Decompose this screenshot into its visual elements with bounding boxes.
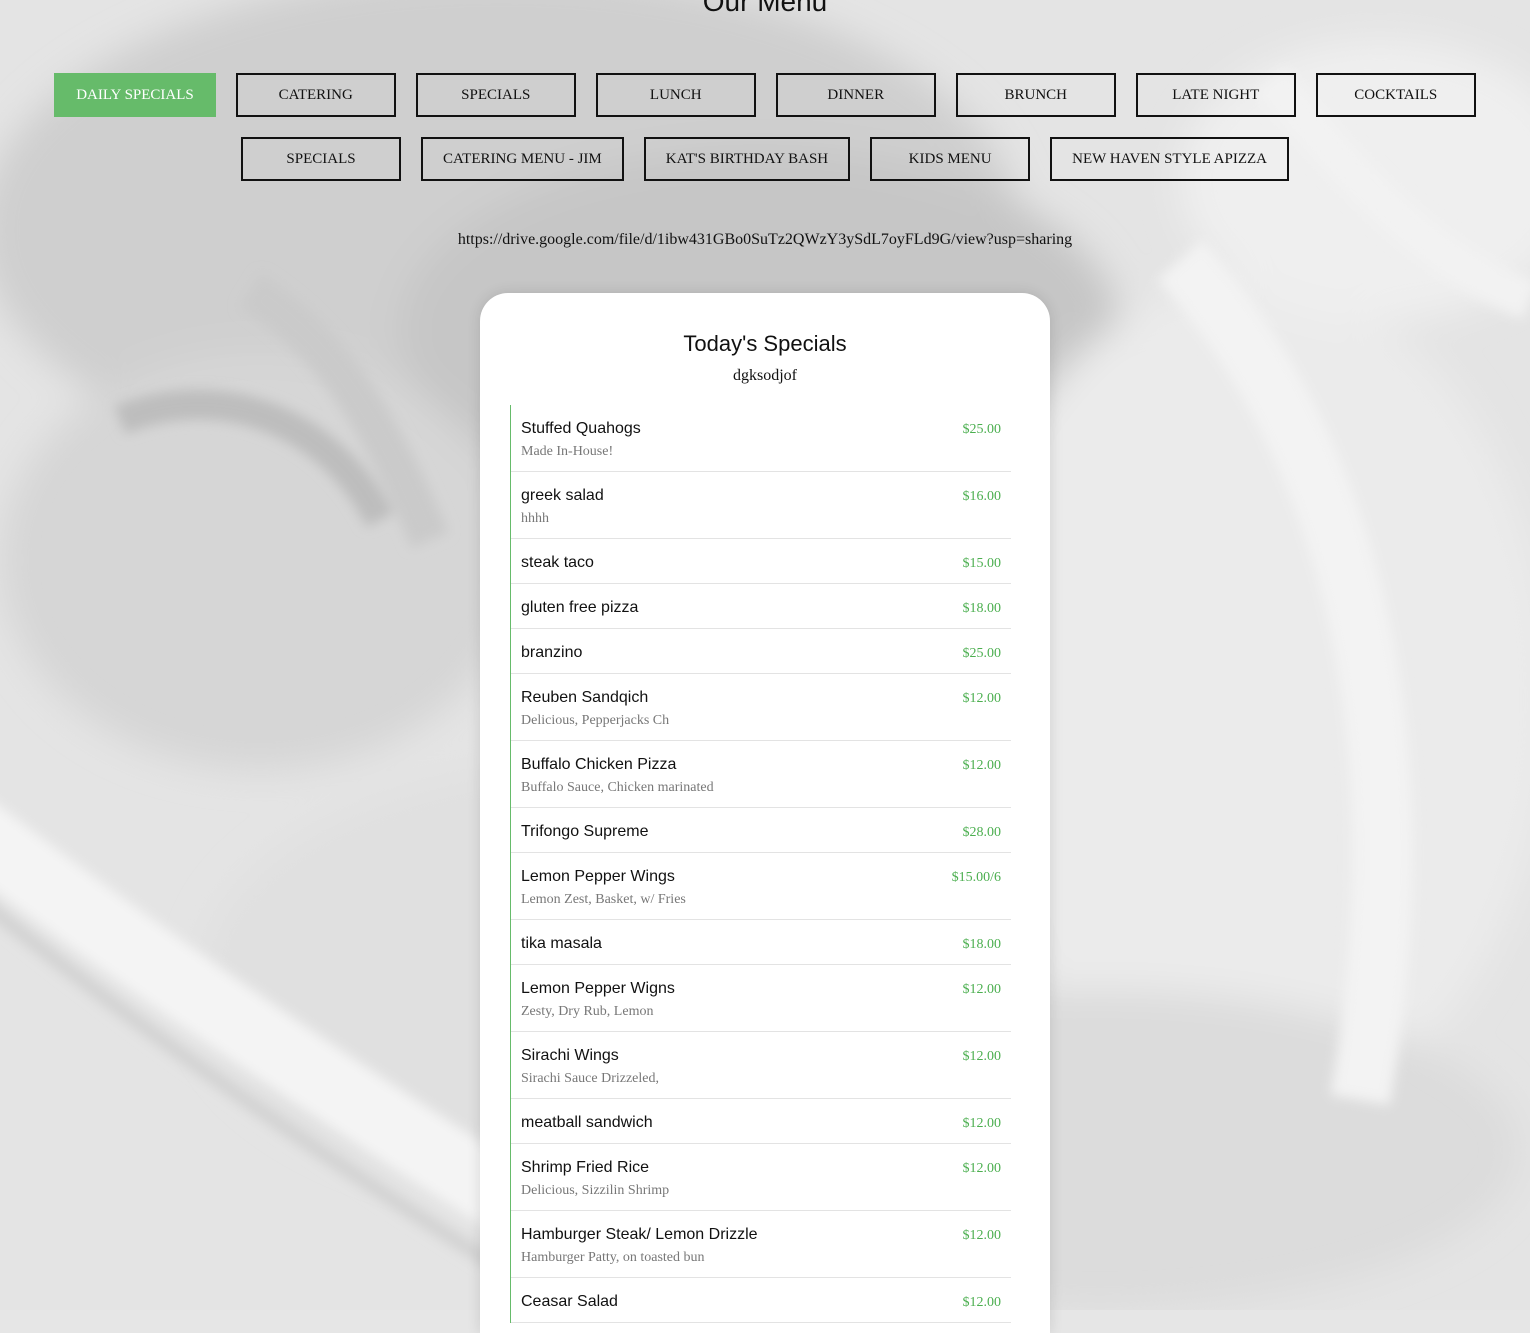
- menu-item-price: $12.00: [962, 1228, 1002, 1243]
- tab-cocktails[interactable]: COCKTAILS: [1315, 73, 1476, 117]
- menu-item: Reuben Sandqich $12.00 Delicious, Pepperja…: [511, 674, 1011, 741]
- menu-tabs-row-1: DAILY SPECIALS CATERING SPECIALS LUNCH D…: [0, 73, 1530, 117]
- menu-item-price: $12.00: [962, 1116, 1002, 1131]
- menu-item-header: meatball sandwich $12.00: [521, 1114, 1001, 1132]
- tab-specials[interactable]: SPECIALS: [415, 73, 576, 117]
- menu-item-price: $12.00: [962, 982, 1002, 997]
- menu-item: Sirachi Wings $12.00 Sirachi Sauce Drizzel…: [511, 1032, 1011, 1099]
- menu-item: gluten free pizza $18.00: [511, 584, 1011, 629]
- tab-late-night[interactable]: LATE NIGHT: [1135, 73, 1296, 117]
- menu-item-header: Reuben Sandqich $12.00: [521, 689, 1001, 707]
- menu-item: steak taco $15.00: [511, 539, 1011, 584]
- menu-item-name: Reuben Sandqich: [521, 689, 649, 706]
- menu-item-price: $18.00: [962, 937, 1002, 952]
- page-title: Our Menu: [702, 0, 828, 17]
- menu-item: Trifongo Supreme $28.00: [511, 808, 1011, 853]
- menu-item: Buffalo Chicken Pizza $12.00 Buffalo Sauce…: [511, 741, 1011, 808]
- menu-item-price: $25.00: [962, 646, 1002, 661]
- menu-item-description: Buffalo Sauce, Chicken marinated: [521, 780, 714, 795]
- menu-tabs-row-2: SPECIALS CATERING MENU - JIM KAT'S BIRTH…: [0, 137, 1530, 181]
- menu-item-name: greek salad: [521, 487, 604, 504]
- menu-item: greek salad $16.00 hhhh: [511, 472, 1011, 539]
- menu-item-name: gluten free pizza: [521, 599, 639, 616]
- menu-item: Lemon Pepper Wings $15.00/6 Lemon Zest, Ba…: [511, 853, 1011, 920]
- menu-item: Stuffed Quahogs $25.00 Made In-House!: [511, 405, 1011, 472]
- menu-item-name: Lemon Pepper Wigns: [521, 980, 675, 997]
- specials-card: Today's Specials dgksodjof Stuffed Quaho…: [480, 293, 1050, 1333]
- menu-item-description: Made In-House!: [521, 444, 614, 459]
- menu-item-header: gluten free pizza $18.00: [521, 599, 1001, 617]
- menu-item-description: Delicious, Sizzilin Shrimp: [521, 1183, 670, 1198]
- tab-catering-menu-jim[interactable]: CATERING MENU - JIM: [421, 137, 624, 181]
- menu-item: branzino $25.00: [511, 629, 1011, 674]
- tab-daily-specials[interactable]: DAILY SPECIALS: [54, 73, 216, 117]
- menu-item-name: Stuffed Quahogs: [521, 420, 641, 437]
- tab-lunch[interactable]: LUNCH: [595, 73, 756, 117]
- menu-item-name: steak taco: [521, 554, 594, 571]
- specials-list: Stuffed Quahogs $25.00 Made In-House! greek…: [510, 405, 1011, 1323]
- menu-item-header: greek salad $16.00: [521, 487, 1001, 505]
- menu-item-header: Stuffed Quahogs $25.00: [521, 420, 1001, 438]
- menu-item-price: $12.00: [962, 691, 1002, 706]
- menu-item-name: Shrimp Fried Rice: [521, 1159, 650, 1176]
- menu-item-price: $16.00: [962, 489, 1002, 504]
- menu-item-price: $25.00: [962, 422, 1002, 437]
- menu-item-price: $12.00: [962, 1161, 1002, 1176]
- menu-item-name: Trifongo Supreme: [521, 823, 649, 840]
- menu-item: Shrimp Fried Rice $12.00 Delicious, Sizzil…: [511, 1144, 1011, 1211]
- menu-item-description: Sirachi Sauce Drizzeled,: [521, 1071, 659, 1086]
- menu-item-name: Ceasar Salad: [521, 1293, 618, 1310]
- menu-item-name: tika masala: [521, 935, 602, 952]
- menu-item-header: Lemon Pepper Wigns $12.00: [521, 980, 1001, 998]
- tab-brunch[interactable]: BRUNCH: [955, 73, 1116, 117]
- tab-kats-birthday-bash[interactable]: KAT'S BIRTHDAY BASH: [643, 137, 851, 181]
- menu-item-price: $28.00: [962, 825, 1002, 840]
- tab-new-haven-style-apizza[interactable]: NEW HAVEN STYLE APIZZA: [1050, 137, 1289, 181]
- menu-item: Lemon Pepper Wigns $12.00 Zesty, Dry Rub, …: [511, 965, 1011, 1032]
- menu-item-price: $12.00: [962, 1295, 1002, 1310]
- menu-pdf-link[interactable]: https://drive.google.com/file/d/1ibw431G…: [0, 231, 1530, 249]
- specials-subtitle: dgksodjof: [733, 367, 797, 384]
- menu-item-header: tika masala $18.00: [521, 935, 1001, 953]
- menu-item-name: branzino: [521, 644, 583, 661]
- menu-item-name: meatball sandwich: [521, 1114, 653, 1131]
- tab-kids-menu[interactable]: KIDS MENU: [870, 137, 1031, 181]
- menu-item: Hamburger Steak/ Lemon Drizzle $12.00 Hamb…: [511, 1211, 1011, 1278]
- menu-item: tika masala $18.00: [511, 920, 1011, 965]
- menu-item-header: Hamburger Steak/ Lemon Drizzle $12.00: [521, 1226, 1001, 1244]
- menu-item-price: $12.00: [962, 1049, 1002, 1064]
- menu-item-header: Sirachi Wings $12.00: [521, 1047, 1001, 1065]
- menu-item-price: $12.00: [962, 758, 1002, 773]
- menu-item-description: Lemon Zest, Basket, w/ Fries: [521, 892, 686, 907]
- specials-title: Today's Specials: [683, 331, 847, 356]
- menu-item-header: steak taco $15.00: [521, 554, 1001, 572]
- menu-item-price: $15.00: [962, 556, 1002, 571]
- menu-item-name: Lemon Pepper Wings: [521, 868, 675, 885]
- menu-item-name: Sirachi Wings: [521, 1047, 619, 1064]
- menu-item: meatball sandwich $12.00: [511, 1099, 1011, 1144]
- menu-item-header: Trifongo Supreme $28.00: [521, 823, 1001, 841]
- menu-item-price: $15.00/6: [951, 870, 1001, 885]
- menu-item-header: Shrimp Fried Rice $12.00: [521, 1159, 1001, 1177]
- tab-dinner[interactable]: DINNER: [775, 73, 936, 117]
- tab-catering[interactable]: CATERING: [235, 73, 396, 117]
- menu-item: Ceasar Salad $12.00: [511, 1278, 1011, 1323]
- menu-item-header: Lemon Pepper Wings $15.00/6: [521, 868, 1001, 886]
- tab-specials-2[interactable]: SPECIALS: [241, 137, 401, 181]
- menu-item-header: Ceasar Salad $12.00: [521, 1293, 1001, 1311]
- menu-item-description: Hamburger Patty, on toasted bun: [521, 1250, 705, 1265]
- menu-item-name: Hamburger Steak/ Lemon Drizzle: [521, 1226, 758, 1243]
- menu-item-header: branzino $25.00: [521, 644, 1001, 662]
- menu-item-description: Zesty, Dry Rub, Lemon: [521, 1004, 654, 1019]
- menu-item-description: hhhh: [521, 511, 549, 526]
- menu-item-header: Buffalo Chicken Pizza $12.00: [521, 756, 1001, 774]
- menu-item-description: Delicious, Pepperjacks Ch: [521, 713, 670, 728]
- menu-page: Our Menu DAILY SPECIALS CATERING SPECIAL…: [0, 0, 1530, 1333]
- menu-item-price: $18.00: [962, 601, 1002, 616]
- menu-item-name: Buffalo Chicken Pizza: [521, 756, 677, 773]
